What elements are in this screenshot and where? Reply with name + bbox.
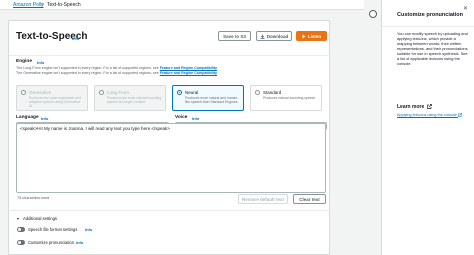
region-compat-link-1[interactable]: Feature and Region Compatibility <box>160 66 217 70</box>
engine-desc-1-text: The Long-Form engine isn't supported in … <box>16 66 159 70</box>
applying-lexicons-text: Applying lexicons using the console <box>397 113 457 117</box>
region-compat-link-2[interactable]: Feature and Region Compatibility <box>160 71 217 75</box>
download-label: Download <box>266 33 289 39</box>
engine-option-standard[interactable]: Standard Produces natural sounding speec… <box>250 85 322 111</box>
learn-more-heading: Learn more <box>397 104 432 110</box>
engine-option-generative: Generative Produces the most expressive … <box>16 85 88 111</box>
section-divider <box>8 210 330 211</box>
engine-description-2: The Generative engine isn't supported in… <box>16 71 328 76</box>
neural-desc: Produces more natural and human-like spe… <box>185 96 239 104</box>
help-panel-icon[interactable] <box>369 10 377 18</box>
input-textarea[interactable]: <speak>Hi! My name is Joanna. I will rea… <box>16 123 326 193</box>
learn-more-text: Learn more <box>397 104 425 110</box>
listen-button[interactable]: Listen <box>296 31 327 41</box>
generative-name: Generative <box>29 90 52 95</box>
file-format-label: Speech file format settings <box>28 227 78 232</box>
main-content: Text-to-Speech Info Save to S3 Download … <box>8 14 331 255</box>
radio-generative <box>21 90 26 95</box>
voice-info-link[interactable]: Info <box>192 116 199 121</box>
title-info-link[interactable]: Info <box>72 36 79 41</box>
applying-lexicons-link[interactable]: Applying lexicons using the console <box>397 113 467 118</box>
long-form-name: Long-Form <box>107 90 130 95</box>
clear-text-button[interactable]: Clear text <box>293 194 326 204</box>
standard-desc: Produces natural sounding speech. <box>263 96 317 100</box>
language-label: Language <box>16 115 39 120</box>
caret-down-icon[interactable]: ▾ <box>17 216 19 221</box>
long-form-desc: Produces the most natural sounding speec… <box>107 96 162 104</box>
engine-label: Engine <box>16 59 32 64</box>
voice-label: Voice <box>175 115 188 120</box>
character-count: 75 characters used <box>17 196 50 200</box>
help-panel: Customize pronunciation ✕ You can modify… <box>381 0 474 255</box>
help-panel-body: You can modify speech by uploading and a… <box>397 31 468 66</box>
breadcrumb-separator: > <box>41 2 44 8</box>
restore-default-button[interactable]: Restore default text <box>238 194 288 204</box>
external-link-icon <box>458 113 462 117</box>
header-divider <box>9 55 331 56</box>
help-panel-divider <box>382 26 474 27</box>
neural-name: Neural <box>185 90 199 95</box>
standard-name: Standard <box>263 90 282 95</box>
additional-settings-label[interactable]: Additional settings <box>23 216 57 221</box>
custom-pronunciation-label: Customize pronunciation <box>28 240 75 245</box>
file-format-info-link[interactable]: Info <box>85 227 92 232</box>
custom-pronunciation-info-link[interactable]: Info <box>76 240 83 245</box>
listen-label: Listen <box>307 33 322 39</box>
download-icon <box>260 34 265 39</box>
engine-info-link[interactable]: Info <box>37 60 44 65</box>
download-button[interactable]: Download <box>256 31 292 41</box>
engine-description-1: The Long-Form engine isn't supported in … <box>16 66 328 71</box>
engine-option-neural[interactable]: Neural Produces more natural and human-l… <box>172 85 244 111</box>
external-link-icon <box>426 104 432 109</box>
engine-desc-2-text: The Generative engine isn't supported in… <box>16 71 159 75</box>
file-format-toggle[interactable] <box>17 227 25 232</box>
breadcrumb-current: Text-to-Speech <box>47 2 81 8</box>
save-to-s3-button[interactable]: Save to S3 <box>218 31 251 41</box>
panel-gutter <box>364 0 381 255</box>
breadcrumb-amazon-polly[interactable]: Amazon Polly <box>13 2 44 8</box>
custom-pronunciation-toggle[interactable] <box>17 240 25 245</box>
help-panel-title: Customize pronunciation <box>397 12 463 18</box>
close-icon[interactable]: ✕ <box>463 5 468 12</box>
engine-option-long-form: Long-Form Produces the most natural soun… <box>94 85 166 111</box>
radio-long-form <box>99 90 104 95</box>
generative-desc: Produces the most expressive and adaptiv… <box>29 96 82 108</box>
play-icon <box>302 34 306 38</box>
radio-neural[interactable] <box>177 90 182 95</box>
radio-standard[interactable] <box>255 90 260 95</box>
language-info-link[interactable]: Info <box>41 116 48 121</box>
